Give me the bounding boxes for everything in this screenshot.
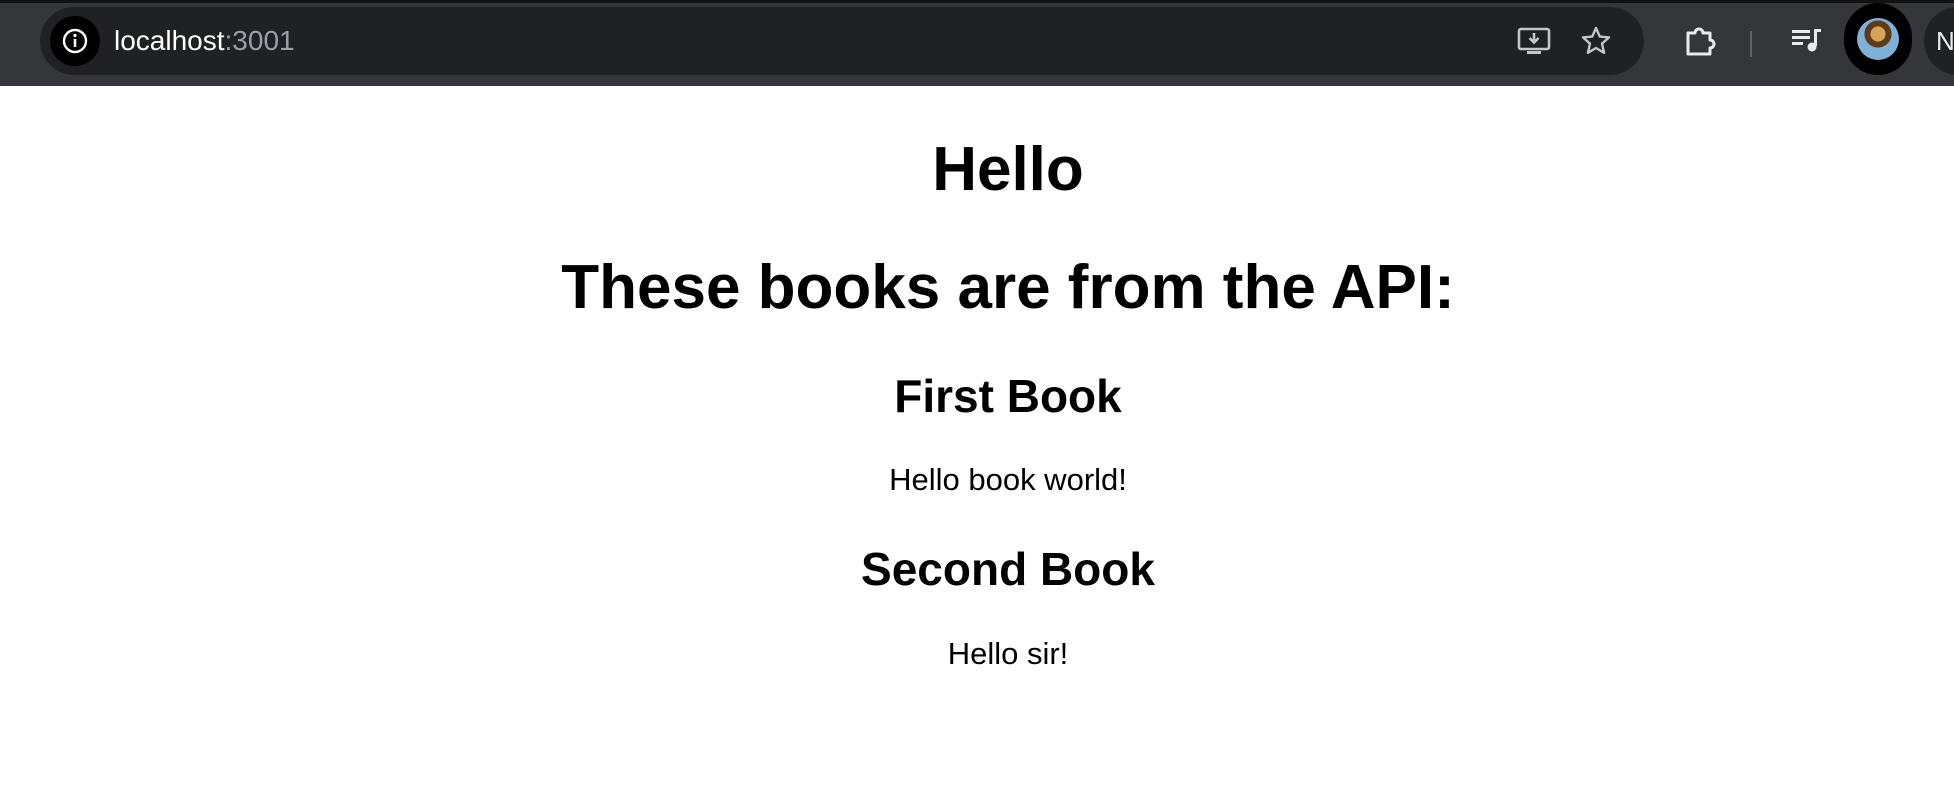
book-text: Hello sir! [947,636,1069,671]
info-icon [62,28,88,54]
toolbar-divider [1750,31,1752,57]
url-text[interactable]: localhost:3001 [114,7,295,75]
book-title: First Book [894,370,1122,422]
url-port: :3001 [224,25,295,56]
install-app-icon[interactable] [1516,23,1552,59]
media-playlist-icon[interactable] [1786,19,1826,59]
books-heading: These books are from the API: [561,253,1455,322]
book-text: Hello book world! [889,462,1127,497]
book-title: Second Book [861,543,1155,595]
address-bar[interactable]: localhost:3001 [40,7,1644,75]
extensions-puzzle-icon[interactable] [1680,21,1720,61]
profile-name-chip[interactable]: N [1924,7,1954,75]
profile-avatar-button[interactable] [1844,3,1912,75]
page-heading: Hello [932,135,1084,204]
profile-initial: N [1936,26,1954,56]
avatar [1857,18,1899,60]
url-host: localhost [114,25,225,56]
site-info-button[interactable] [50,16,100,66]
bookmark-star-icon[interactable] [1578,23,1614,59]
browser-toolbar: localhost:3001 N [0,0,1954,86]
